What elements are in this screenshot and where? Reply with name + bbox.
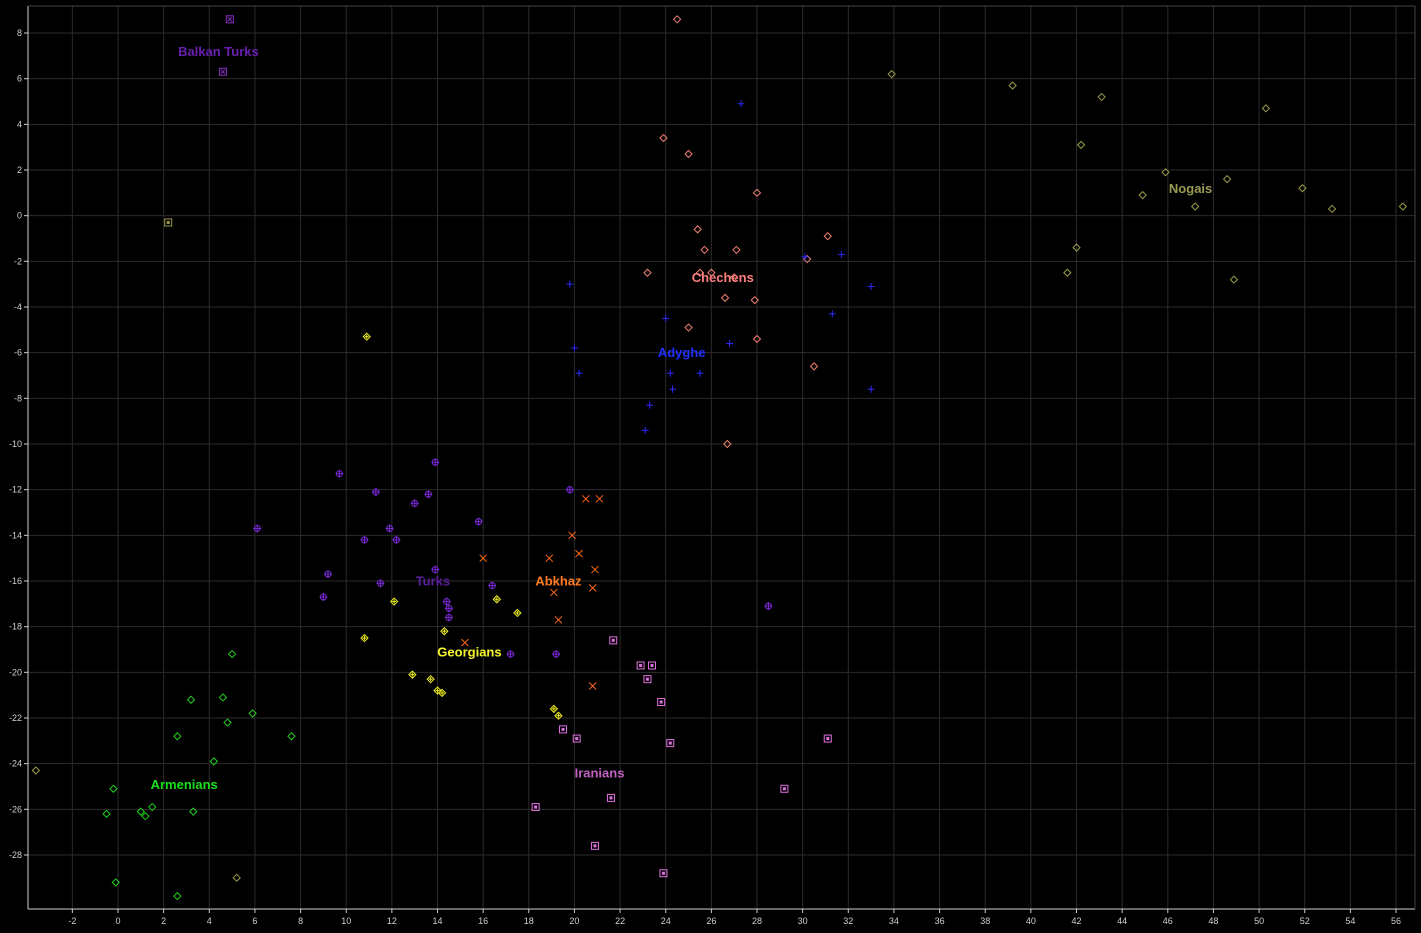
y-tick-label: -2 <box>14 256 22 266</box>
x-tick-label: 2 <box>161 916 166 926</box>
x-tick-label: 6 <box>252 916 257 926</box>
x-tick-label: 24 <box>661 916 671 926</box>
x-tick-label: 32 <box>843 916 853 926</box>
chart-svg: -2 0 2 4 6 8 10 12 14 16 18 20 22 24 26 28 30 32 34 36 38 40 4… <box>0 0 1421 933</box>
x-tick-label: 4 <box>207 916 212 926</box>
square-dot <box>609 796 613 800</box>
y-tick-label: 6 <box>17 74 22 84</box>
series-label-nogais: Nogais <box>1169 181 1212 196</box>
square-dot <box>166 221 170 225</box>
x-tick-label: 8 <box>298 916 303 926</box>
series-label-iranians: Iranians <box>575 765 625 780</box>
x-tick-label: 30 <box>798 916 808 926</box>
x-tick-label: 28 <box>752 916 762 926</box>
x-tick-label: 10 <box>341 916 351 926</box>
square-dot <box>561 727 565 731</box>
grid-layer <box>0 0 1421 933</box>
series-label-adyghe: Adyghe <box>658 345 706 360</box>
y-tick-label: -10 <box>9 439 22 449</box>
square-dot <box>826 737 830 741</box>
x-tick-label: 14 <box>432 916 442 926</box>
scatter-chart: -2 0 2 4 6 8 10 12 14 16 18 20 22 24 26 28 30 32 34 36 38 40 4… <box>0 0 1421 933</box>
x-tick-label: 20 <box>569 916 579 926</box>
x-tick-label: 16 <box>478 916 488 926</box>
series-label-chechens: Chechens <box>692 270 754 285</box>
x-tick-label: 38 <box>980 916 990 926</box>
y-tick-label: 2 <box>17 165 22 175</box>
x-tick-label: 52 <box>1300 916 1310 926</box>
square-dot <box>659 700 663 704</box>
y-tick-label: -22 <box>9 713 22 723</box>
series-label-georgians: Georgians <box>437 644 501 659</box>
y-tick-label: -16 <box>9 576 22 586</box>
y-tick-label: -26 <box>9 804 22 814</box>
x-tick-label: -2 <box>68 916 76 926</box>
x-tick-label: 56 <box>1391 916 1401 926</box>
x-tick-label: 22 <box>615 916 625 926</box>
square-dot <box>534 805 538 809</box>
x-tick-label: 0 <box>115 916 120 926</box>
square-dot <box>661 871 665 875</box>
y-tick-label: 8 <box>17 28 22 38</box>
x-tick-label: 36 <box>935 916 945 926</box>
y-tick-label: -8 <box>14 393 22 403</box>
square-dot <box>782 787 786 791</box>
y-tick-label: -24 <box>9 759 22 769</box>
x-tick-label: 34 <box>889 916 899 926</box>
x-tick-label: 46 <box>1163 916 1173 926</box>
x-tick-label: 26 <box>706 916 716 926</box>
square-dot <box>645 677 649 681</box>
y-tick-label: 0 <box>17 211 22 221</box>
x-tick-label: 18 <box>524 916 534 926</box>
square-dot <box>650 663 654 667</box>
y-tick-label: -14 <box>9 530 22 540</box>
x-tick-label: 54 <box>1345 916 1355 926</box>
square-dot <box>611 638 615 642</box>
x-tick-label: 48 <box>1208 916 1218 926</box>
y-tick-label: -6 <box>14 348 22 358</box>
square-dot <box>593 844 597 848</box>
x-tick-label: 42 <box>1071 916 1081 926</box>
y-tick-label: -28 <box>9 850 22 860</box>
x-tick-label: 44 <box>1117 916 1127 926</box>
square-dot <box>575 737 579 741</box>
x-tick-label: 40 <box>1026 916 1036 926</box>
y-tick-label: -4 <box>14 302 22 312</box>
y-tick-label: -12 <box>9 485 22 495</box>
y-tick-label: 4 <box>17 119 22 129</box>
square-dot <box>639 663 643 667</box>
series-label-turks: Turks <box>416 574 450 589</box>
x-tick-label: 12 <box>387 916 397 926</box>
chart-background <box>0 0 1421 933</box>
y-tick-label: -18 <box>9 622 22 632</box>
series-label-armenians: Armenians <box>151 777 218 792</box>
series-label-abkhaz: Abkhaz <box>535 574 582 589</box>
square-dot <box>668 741 672 745</box>
x-tick-label: 50 <box>1254 916 1264 926</box>
y-tick-label: -20 <box>9 667 22 677</box>
series-label-balkan-turks: Balkan Turks <box>178 44 259 59</box>
